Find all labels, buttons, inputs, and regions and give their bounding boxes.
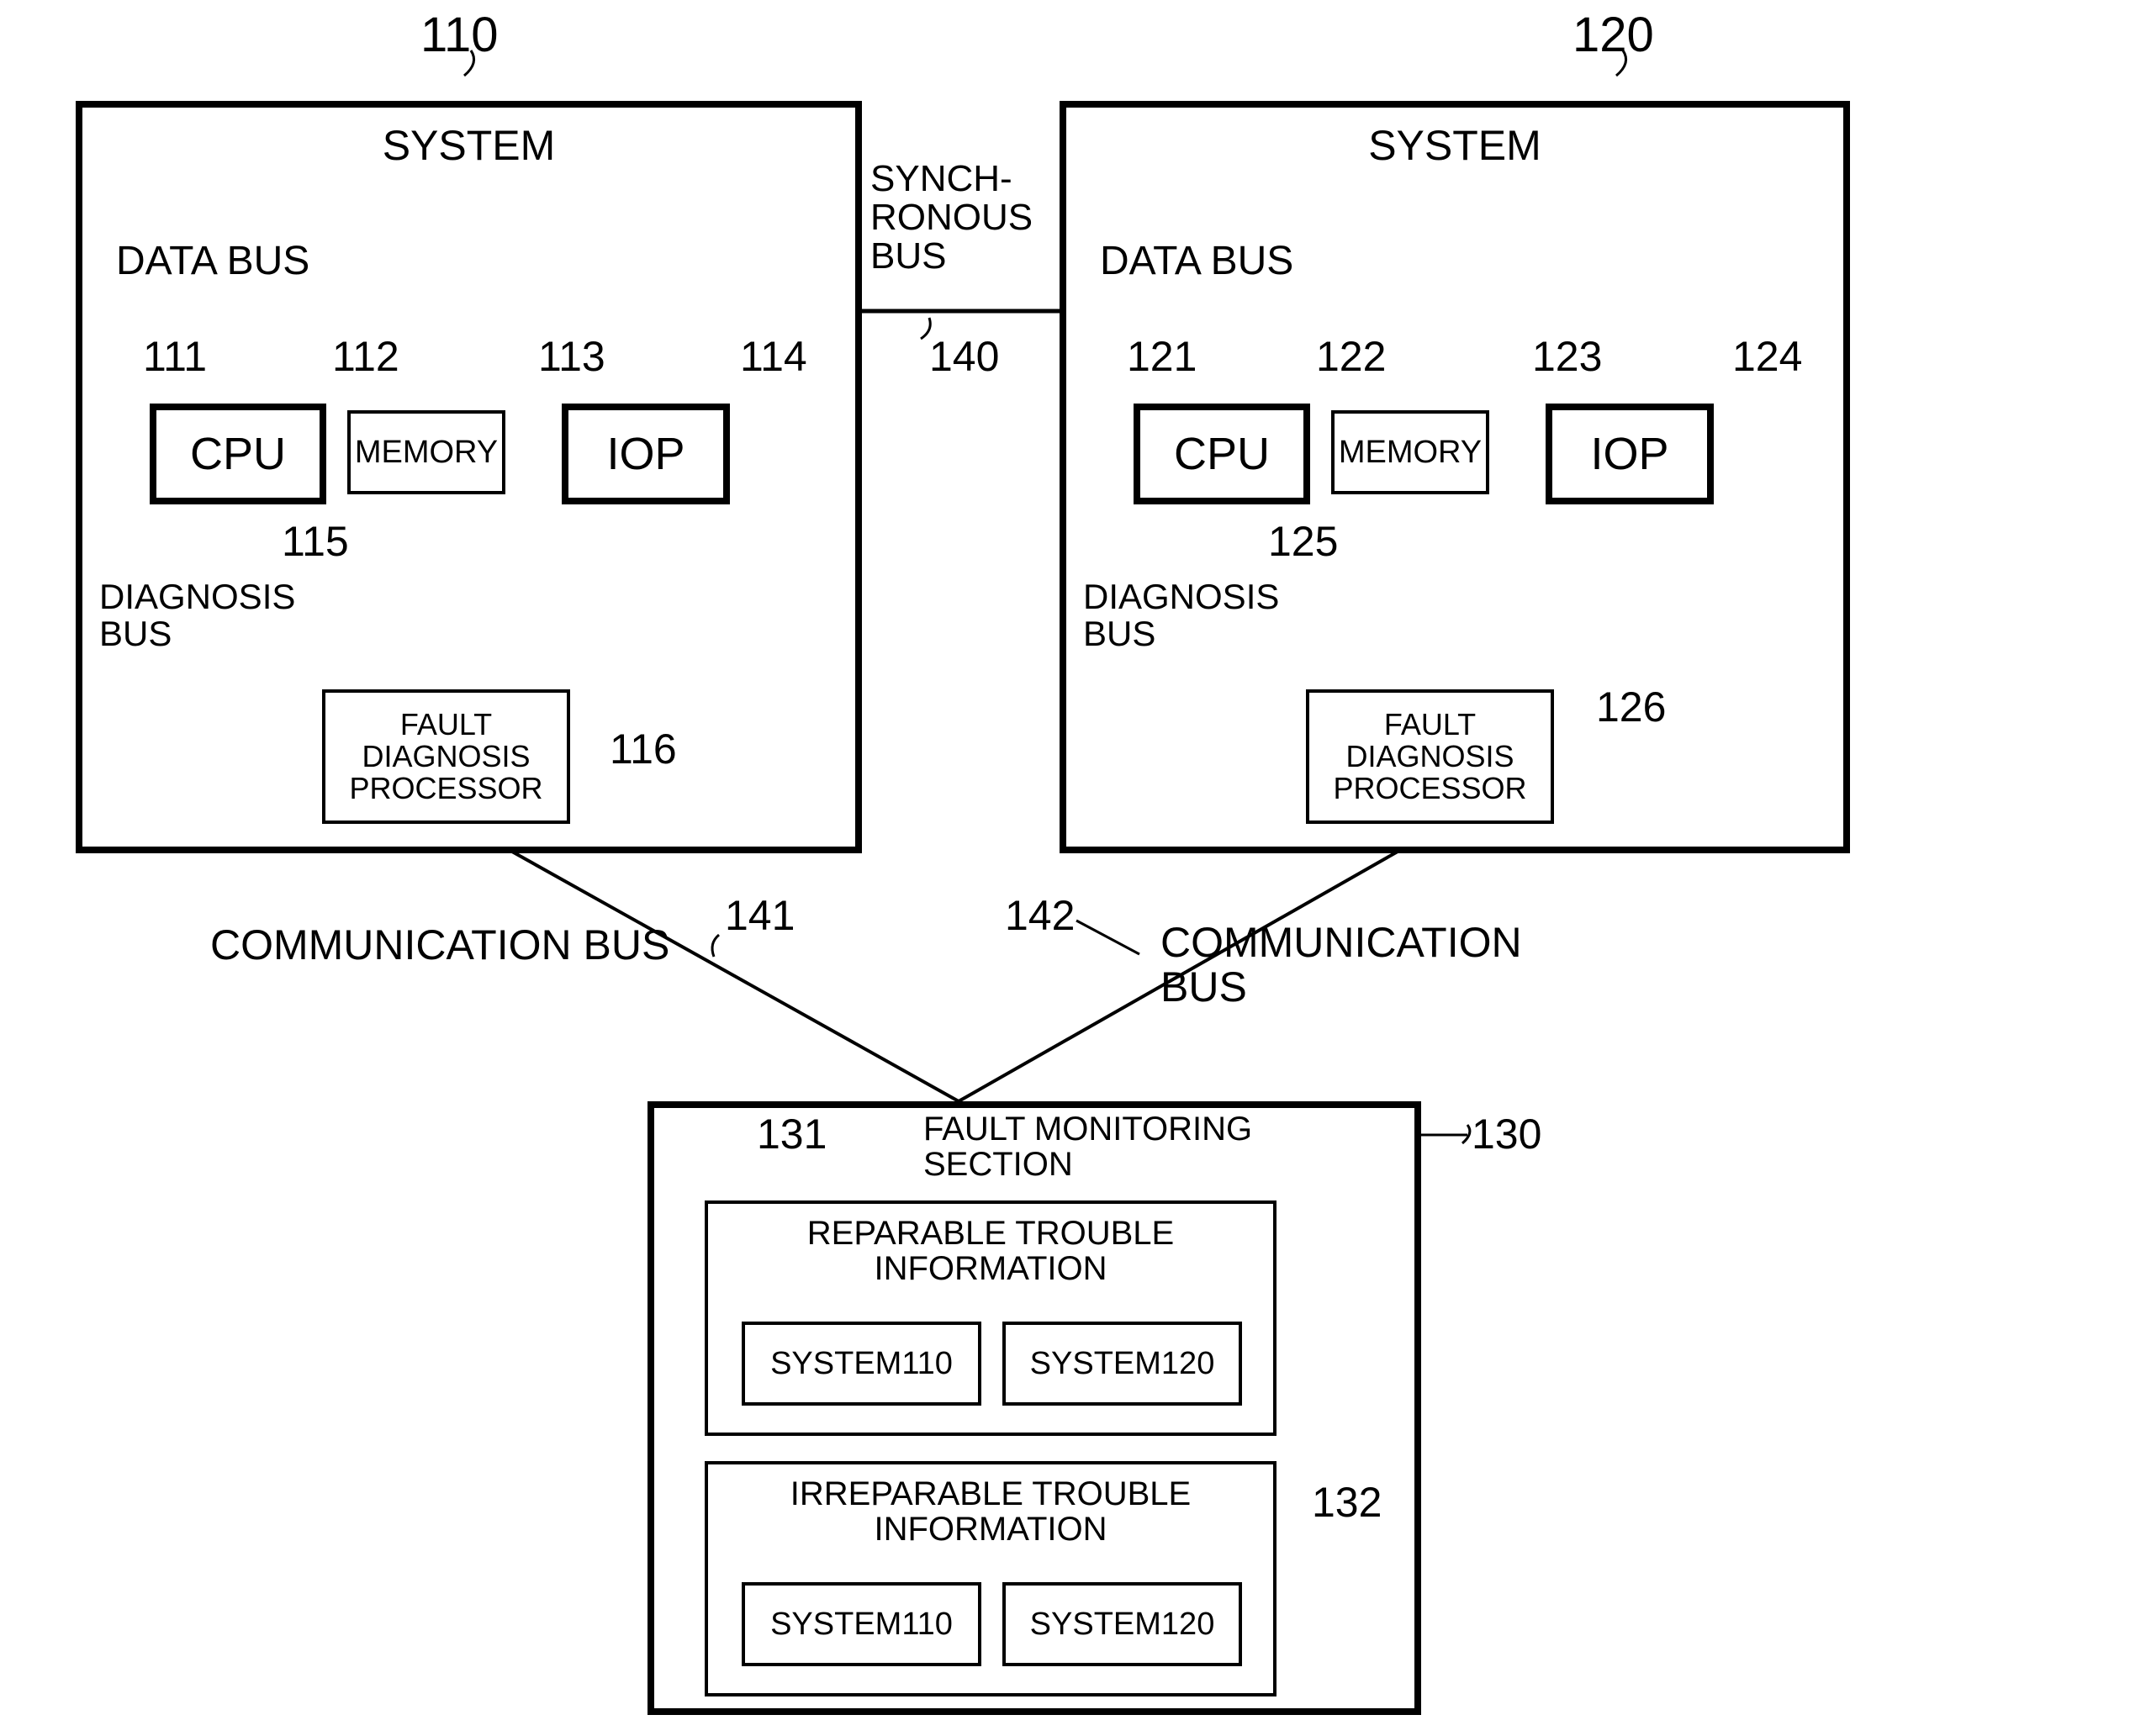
iop-label-110: IOP [606,428,684,480]
ref-112: 112 [332,332,399,381]
cpu-block-110: CPU [150,404,326,504]
comm-bus-label-left: COMMUNICATION BUS [210,921,669,969]
ref-122: 122 [1316,332,1386,381]
ref-114: 114 [740,332,807,381]
comm-bus-label-right: COMMUNICATION BUS [1160,921,1522,1009]
irreparable-sys110-label: SYSTEM110 [770,1607,953,1643]
irreparable-sys120: SYSTEM120 [1002,1582,1242,1666]
ref-124: 124 [1732,332,1802,381]
irreparable-title: IRREPARABLE TROUBLE INFORMATION [708,1476,1273,1547]
ref-125: 125 [1268,517,1338,566]
ref-121: 121 [1127,332,1197,381]
fdp-block-110: FAULT DIAGNOSIS PROCESSOR [322,689,570,824]
ref-123: 123 [1532,332,1602,381]
diagnosis-bus-label-110: DIAGNOSIS BUS [99,578,295,652]
ref-140: 140 [929,332,999,381]
system-110-box: SYSTEM DATA BUS CPU MEMORY IOP DIAGNOSIS… [76,101,862,853]
system-120-box: SYSTEM DATA BUS CPU MEMORY IOP DIAGNOSIS… [1060,101,1850,853]
reparable-info-box: REPARABLE TROUBLE INFORMATION SYSTEM110 … [705,1200,1276,1436]
fdp-block-120: FAULT DIAGNOSIS PROCESSOR [1306,689,1554,824]
ref-116: 116 [610,725,677,773]
ref-131: 131 [757,1110,827,1158]
ref-142: 142 [1005,891,1075,940]
fault-monitoring-title: FAULT MONITORING SECTION [923,1111,1252,1182]
cpu-label-110: CPU [190,428,286,480]
ref-120: 120 [1572,7,1654,63]
fdp-label-120: FAULT DIAGNOSIS PROCESSOR [1333,709,1526,804]
data-bus-label-110: DATA BUS [116,238,309,284]
memory-block-110: MEMORY [347,410,505,494]
iop-block-120: IOP [1546,404,1714,504]
reparable-title: REPARABLE TROUBLE INFORMATION [708,1216,1273,1286]
sync-bus-label: SYNCH- RONOUS BUS [870,160,1033,277]
ref-113: 113 [538,332,605,381]
fault-monitoring-box: FAULT MONITORING SECTION REPARABLE TROUB… [648,1101,1421,1715]
cpu-label-120: CPU [1174,428,1270,480]
irreparable-sys110: SYSTEM110 [742,1582,981,1666]
ref-130: 130 [1472,1110,1541,1158]
reparable-sys110: SYSTEM110 [742,1322,981,1406]
system-title-110: SYSTEM [82,121,855,170]
cpu-block-120: CPU [1134,404,1310,504]
system-title-120: SYSTEM [1066,121,1843,170]
ref-110: 110 [420,7,498,63]
memory-block-120: MEMORY [1331,410,1489,494]
fdp-label-110: FAULT DIAGNOSIS PROCESSOR [349,709,542,804]
ref-132: 132 [1312,1478,1382,1527]
data-bus-label-120: DATA BUS [1100,238,1293,284]
iop-block-110: IOP [562,404,730,504]
irreparable-sys120-label: SYSTEM120 [1030,1607,1215,1643]
ref-111: 111 [143,332,207,381]
diagnosis-bus-label-120: DIAGNOSIS BUS [1083,578,1279,652]
ref-141: 141 [725,891,795,940]
ref-115: 115 [282,517,349,566]
memory-label-110: MEMORY [355,435,498,471]
iop-label-120: IOP [1590,428,1668,480]
reparable-sys120-label: SYSTEM120 [1030,1346,1215,1382]
reparable-sys110-label: SYSTEM110 [770,1346,953,1382]
memory-label-120: MEMORY [1339,435,1482,471]
ref-126: 126 [1596,683,1666,731]
reparable-sys120: SYSTEM120 [1002,1322,1242,1406]
irreparable-info-box: IRREPARABLE TROUBLE INFORMATION SYSTEM11… [705,1461,1276,1696]
